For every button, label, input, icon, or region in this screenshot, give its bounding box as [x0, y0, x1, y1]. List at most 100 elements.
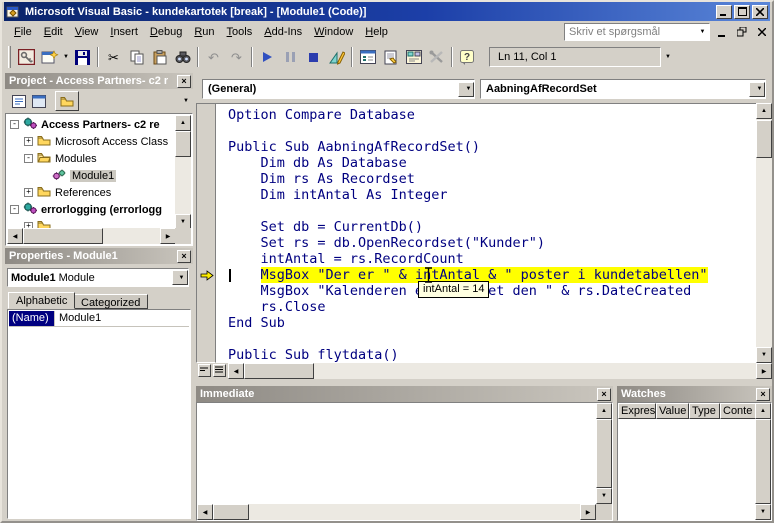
menu-help[interactable]: Help	[359, 23, 394, 41]
code-line[interactable]	[228, 331, 708, 347]
project-panel-header[interactable]: Project - Access Partners- c2 r ×	[5, 73, 193, 89]
chevron-down-icon[interactable]: ▼	[172, 270, 188, 285]
properties-grid[interactable]: (Name) Module1	[7, 309, 191, 519]
project-vscroll-thumb[interactable]	[175, 131, 191, 157]
menu-view[interactable]: View	[69, 23, 105, 41]
project-tree[interactable]: - Access Partners- c2 re + Microsoft Acc…	[5, 113, 193, 246]
code-line[interactable]: Option Compare Database	[228, 107, 708, 123]
break-button[interactable]	[279, 46, 302, 68]
view-host-app-button[interactable]	[15, 46, 38, 68]
minimize-button[interactable]	[716, 5, 732, 19]
menu-edit[interactable]: Edit	[38, 23, 69, 41]
properties-object-combobox[interactable]: Module1 Module ▼	[7, 268, 189, 287]
immediate-vscroll-thumb[interactable]	[596, 419, 612, 488]
scroll-up-icon[interactable]: ▲	[756, 103, 772, 119]
properties-panel-header[interactable]: Properties - Module1 ×	[5, 248, 193, 264]
code-line[interactable]: intAntal = rs.RecordCount	[228, 251, 708, 267]
immediate-hscrollbar[interactable]	[197, 504, 596, 520]
code-line[interactable]	[228, 123, 708, 139]
property-row[interactable]: (Name) Module1	[9, 311, 189, 327]
close-button[interactable]	[752, 5, 768, 19]
collapse-icon[interactable]: -	[24, 154, 33, 163]
object-dropdown[interactable]: (General) ▼	[202, 79, 475, 99]
code-line[interactable]: Set rs = db.OpenRecordset("Kunder")	[228, 235, 708, 251]
watches-list[interactable]	[617, 402, 772, 521]
immediate-hscroll-thumb[interactable]	[213, 504, 249, 520]
undo-button[interactable]: ↶	[202, 46, 225, 68]
scroll-up-icon[interactable]: ▲	[755, 403, 771, 419]
reset-button[interactable]	[302, 46, 325, 68]
find-button[interactable]	[171, 46, 194, 68]
tab-alphabetic[interactable]: Alphabetic	[8, 292, 75, 309]
design-mode-button[interactable]	[325, 46, 348, 68]
toolbar-grip[interactable]	[8, 46, 11, 68]
code-vscroll-thumb[interactable]	[756, 120, 772, 158]
watches-close-icon[interactable]: ×	[756, 388, 770, 401]
tree-item-modules[interactable]: - Modules	[24, 150, 97, 167]
menu-debug[interactable]: Debug	[144, 23, 188, 41]
scroll-down-icon[interactable]: ▼	[755, 504, 771, 520]
view-object-button[interactable]	[29, 92, 49, 110]
chevron-down-icon[interactable]: ▼	[749, 82, 765, 97]
expand-icon[interactable]: +	[24, 188, 33, 197]
title-bar[interactable]: Microsoft Visual Basic - kundekartotek […	[4, 2, 770, 21]
copy-button[interactable]	[125, 46, 148, 68]
scroll-down-icon[interactable]: ▼	[596, 488, 612, 504]
code-hscroll-thumb[interactable]	[244, 363, 314, 379]
code-line[interactable]: Set db = CurrentDb()	[228, 219, 708, 235]
code-line[interactable]: rs.Close	[228, 299, 708, 315]
watches-col-type[interactable]: Type	[689, 403, 720, 419]
collapse-icon[interactable]: -	[10, 120, 19, 129]
properties-window-button[interactable]	[379, 46, 402, 68]
project-hscroll-thumb[interactable]	[23, 228, 103, 244]
project-toolbar-options-icon[interactable]: ▼	[179, 91, 193, 111]
procedure-view-button[interactable]	[198, 364, 211, 377]
toolbox-button[interactable]	[425, 46, 448, 68]
mdi-minimize-button[interactable]	[713, 24, 730, 40]
continue-button[interactable]	[256, 46, 279, 68]
code-line[interactable]: Dim rs As Recordset	[228, 171, 708, 187]
code-editor[interactable]: Option Compare Database Public Sub Aabni…	[196, 103, 772, 363]
collapse-icon[interactable]: -	[10, 205, 19, 214]
code-line[interactable]	[228, 203, 708, 219]
scroll-down-icon[interactable]: ▼	[756, 347, 772, 363]
cut-button[interactable]: ✂	[102, 46, 125, 68]
mdi-close-button[interactable]	[753, 24, 770, 40]
code-line[interactable]: Dim intAntal As Integer	[228, 187, 708, 203]
tree-item-access-class[interactable]: + Microsoft Access Class	[24, 133, 168, 150]
menu-window[interactable]: Window	[308, 23, 359, 41]
chevron-down-icon[interactable]: ▼	[458, 82, 474, 97]
watches-panel-header[interactable]: Watches ×	[617, 386, 772, 402]
menu-insert[interactable]: Insert	[104, 23, 144, 41]
code-line[interactable]: Public Sub AabningAfRecordSet()	[228, 139, 708, 155]
code-line[interactable]: Public Sub flytdata()	[228, 347, 708, 363]
object-browser-button[interactable]	[402, 46, 425, 68]
menu-file[interactable]: File	[8, 23, 38, 41]
tab-categorized[interactable]: Categorized	[73, 294, 148, 309]
maximize-button[interactable]	[734, 5, 750, 19]
margin-indicator-bar[interactable]	[196, 103, 216, 363]
property-name-cell[interactable]: (Name)	[9, 311, 55, 326]
expand-icon[interactable]: +	[24, 137, 33, 146]
scroll-up-icon[interactable]: ▲	[596, 403, 612, 419]
help-button[interactable]: ?	[456, 46, 479, 68]
scroll-right-icon[interactable]: ▶	[160, 228, 176, 244]
procedure-dropdown[interactable]: AabningAfRecordSet ▼	[480, 79, 766, 99]
scroll-right-icon[interactable]: ▶	[580, 504, 596, 520]
ask-question-combobox[interactable]: Skriv et spørgsmål ▼	[564, 23, 710, 41]
scroll-left-icon[interactable]: ◀	[197, 504, 213, 520]
toggle-folders-button[interactable]	[55, 91, 79, 111]
menu-tools[interactable]: Tools	[221, 23, 259, 41]
properties-close-icon[interactable]: ×	[177, 250, 191, 263]
save-button[interactable]	[71, 46, 94, 68]
chevron-down-icon[interactable]: ▼	[696, 24, 709, 40]
tree-item-project-errorlogging[interactable]: - errorlogging (errorlogg	[10, 201, 162, 218]
menu-addins[interactable]: Add-Ins	[258, 23, 308, 41]
watches-col-value[interactable]: Value	[656, 403, 689, 419]
full-module-view-button[interactable]	[213, 364, 226, 377]
cursor-position-box[interactable]: Ln 11, Col 1	[489, 47, 661, 67]
code-line[interactable]: Dim db As Database	[228, 155, 708, 171]
immediate-panel-header[interactable]: Immediate ×	[196, 386, 613, 402]
immediate-close-icon[interactable]: ×	[597, 388, 611, 401]
scroll-up-icon[interactable]: ▲	[175, 115, 191, 131]
